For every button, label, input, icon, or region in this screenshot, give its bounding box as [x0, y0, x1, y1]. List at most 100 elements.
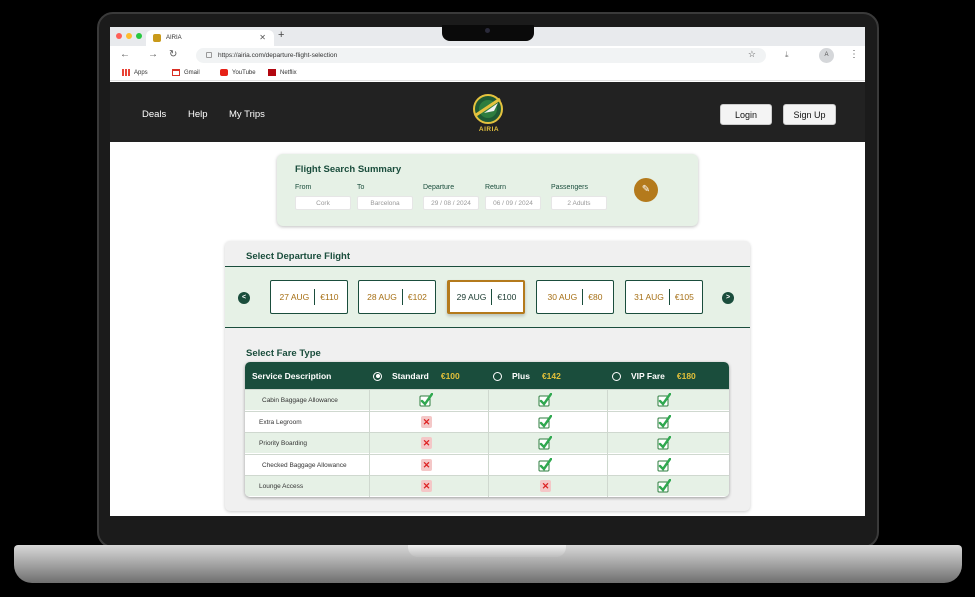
- departure-date-field[interactable]: 29 / 08 / 2024: [423, 196, 479, 210]
- date-option-31-aug[interactable]: 31 AUG €105: [625, 280, 703, 314]
- bookmarks-bar: Apps Gmail YouTube Netflix: [110, 65, 865, 81]
- date-price: €100: [497, 292, 517, 302]
- service-description-header: Service Description: [252, 371, 332, 381]
- check-icon: [538, 436, 552, 450]
- signup-button[interactable]: Sign Up: [783, 104, 836, 125]
- date-option-30-aug[interactable]: 30 AUG €80: [536, 280, 614, 314]
- check-icon: [657, 414, 671, 429]
- reload-icon[interactable]: ↻: [169, 49, 177, 60]
- login-button[interactable]: Login: [720, 104, 772, 125]
- check-icon: [538, 414, 552, 429]
- service-label: Extra Legroom: [259, 418, 302, 426]
- url-text: https://airia.com/departure-flight-selec…: [218, 52, 338, 59]
- table-row: Checked Baggage Allowance ✕: [245, 453, 729, 475]
- check-icon: [657, 457, 671, 472]
- profile-avatar[interactable]: A: [819, 48, 834, 63]
- camera-icon: [485, 28, 490, 33]
- departure-label: Departure: [423, 184, 455, 191]
- forward-arrow-icon[interactable]: →: [148, 49, 158, 60]
- fare-name: Plus: [512, 371, 530, 381]
- edit-search-button[interactable]: ✎: [634, 178, 658, 202]
- nav-my-trips[interactable]: My Trips: [229, 109, 265, 120]
- date-label: 27 AUG: [279, 292, 310, 302]
- date-label: 28 AUG: [367, 292, 397, 302]
- date-option-28-aug[interactable]: 28 AUG €102: [358, 280, 436, 314]
- close-tab-icon[interactable]: ✕: [259, 33, 266, 42]
- address-bar-row: ← → ↻ https://airia.com/departure-flight…: [110, 46, 865, 65]
- back-arrow-icon[interactable]: ←: [120, 49, 130, 60]
- divider: [668, 289, 670, 305]
- new-tab-icon[interactable]: +: [278, 29, 284, 41]
- bookmark-netflix[interactable]: Netflix: [268, 69, 297, 76]
- close-window-icon[interactable]: [116, 33, 122, 39]
- service-label: Lounge Access: [259, 483, 304, 491]
- fare-option-vip-fare[interactable]: VIP Fare €180: [612, 371, 696, 381]
- column-divider: [369, 389, 370, 497]
- check-icon: [538, 393, 552, 407]
- date-price: €110: [320, 292, 339, 302]
- fare-price: €142: [541, 371, 561, 381]
- bookmark-gmail[interactable]: Gmail: [172, 69, 200, 76]
- date-option-29-aug[interactable]: 29 AUG €100: [447, 280, 525, 314]
- from-field[interactable]: Cork: [295, 196, 351, 210]
- prev-dates-button[interactable]: <: [238, 292, 250, 304]
- download-icon[interactable]: ⤓: [785, 50, 789, 60]
- bookmark-star-icon[interactable]: ☆: [748, 49, 756, 60]
- minimize-window-icon[interactable]: [126, 33, 132, 39]
- netflix-icon: [268, 69, 276, 76]
- service-label: Checked Baggage Allowance: [262, 461, 347, 469]
- return-date-field[interactable]: 06 / 09 / 2024: [485, 196, 541, 210]
- logo-wordmark: AIRIA: [478, 126, 500, 133]
- service-label: Priority Boarding: [259, 440, 308, 448]
- radio-button[interactable]: [373, 371, 382, 381]
- date-label: 30 AUG: [547, 292, 578, 302]
- browser-menu-icon[interactable]: ⋮: [849, 49, 859, 60]
- fare-price: €100: [440, 371, 460, 381]
- fare-price: €180: [676, 371, 696, 381]
- fare-option-plus[interactable]: Plus €142: [493, 371, 561, 381]
- passengers-field[interactable]: 2 Adults: [551, 196, 607, 210]
- lock-icon: [206, 52, 212, 58]
- cross-icon: ✕: [540, 480, 551, 493]
- fare-type-title: Select Fare Type: [246, 348, 321, 359]
- to-field[interactable]: Barcelona: [357, 196, 413, 210]
- site-header: Deals Help My Trips AIRIA Login Sign Up: [110, 82, 865, 142]
- fare-table: Service Description Standard €100 Plus €142…: [245, 362, 729, 497]
- apps-grid-icon: [122, 69, 130, 76]
- bookmark-label: Gmail: [184, 69, 200, 76]
- check-icon: [419, 393, 433, 407]
- youtube-icon: [220, 69, 228, 76]
- divider: [582, 289, 584, 305]
- radio-button[interactable]: [493, 371, 502, 381]
- cross-icon: ✕: [421, 415, 432, 428]
- departure-title: Select Departure Flight: [246, 251, 350, 262]
- return-label: Return: [485, 184, 507, 191]
- departure-panel: Select Departure Flight < 27 AUG €110 28 A…: [225, 241, 750, 511]
- fare-name: Standard: [392, 371, 429, 381]
- to-label: To: [357, 184, 365, 191]
- gmail-icon: [172, 69, 180, 76]
- date-label: 31 AUG: [634, 292, 664, 302]
- nav-help[interactable]: Help: [188, 109, 208, 120]
- maximize-window-icon[interactable]: [136, 33, 142, 39]
- date-option-27-aug[interactable]: 27 AUG €110: [270, 280, 348, 314]
- passengers-label: Passengers: [551, 184, 588, 191]
- table-row: Cabin Baggage Allowance: [245, 389, 729, 410]
- table-row: Lounge Access ✕ ✕: [245, 475, 729, 497]
- bookmark-youtube[interactable]: YouTube: [220, 69, 256, 76]
- nav-deals[interactable]: Deals: [142, 109, 166, 120]
- bookmark-label: Apps: [134, 69, 148, 76]
- check-icon: [538, 457, 552, 472]
- url-input[interactable]: https://airia.com/departure-flight-selec…: [196, 48, 766, 63]
- flight-search-summary: Flight Search Summary From Cork To Barce…: [277, 154, 698, 226]
- browser-screen: AIRIA ✕ + ← → ↻ https://airia.com/depart…: [110, 27, 865, 516]
- date-price: €102: [407, 292, 427, 302]
- pencil-icon: ✎: [641, 184, 651, 195]
- fare-table-header: Service Description Standard €100 Plus €142…: [245, 362, 729, 389]
- radio-button[interactable]: [612, 371, 621, 381]
- next-dates-button[interactable]: >: [722, 292, 734, 304]
- fare-option-standard[interactable]: Standard €100: [373, 371, 460, 381]
- check-icon: [657, 436, 671, 450]
- bookmark-apps[interactable]: Apps: [122, 69, 148, 76]
- browser-tab[interactable]: AIRIA ✕: [146, 30, 274, 46]
